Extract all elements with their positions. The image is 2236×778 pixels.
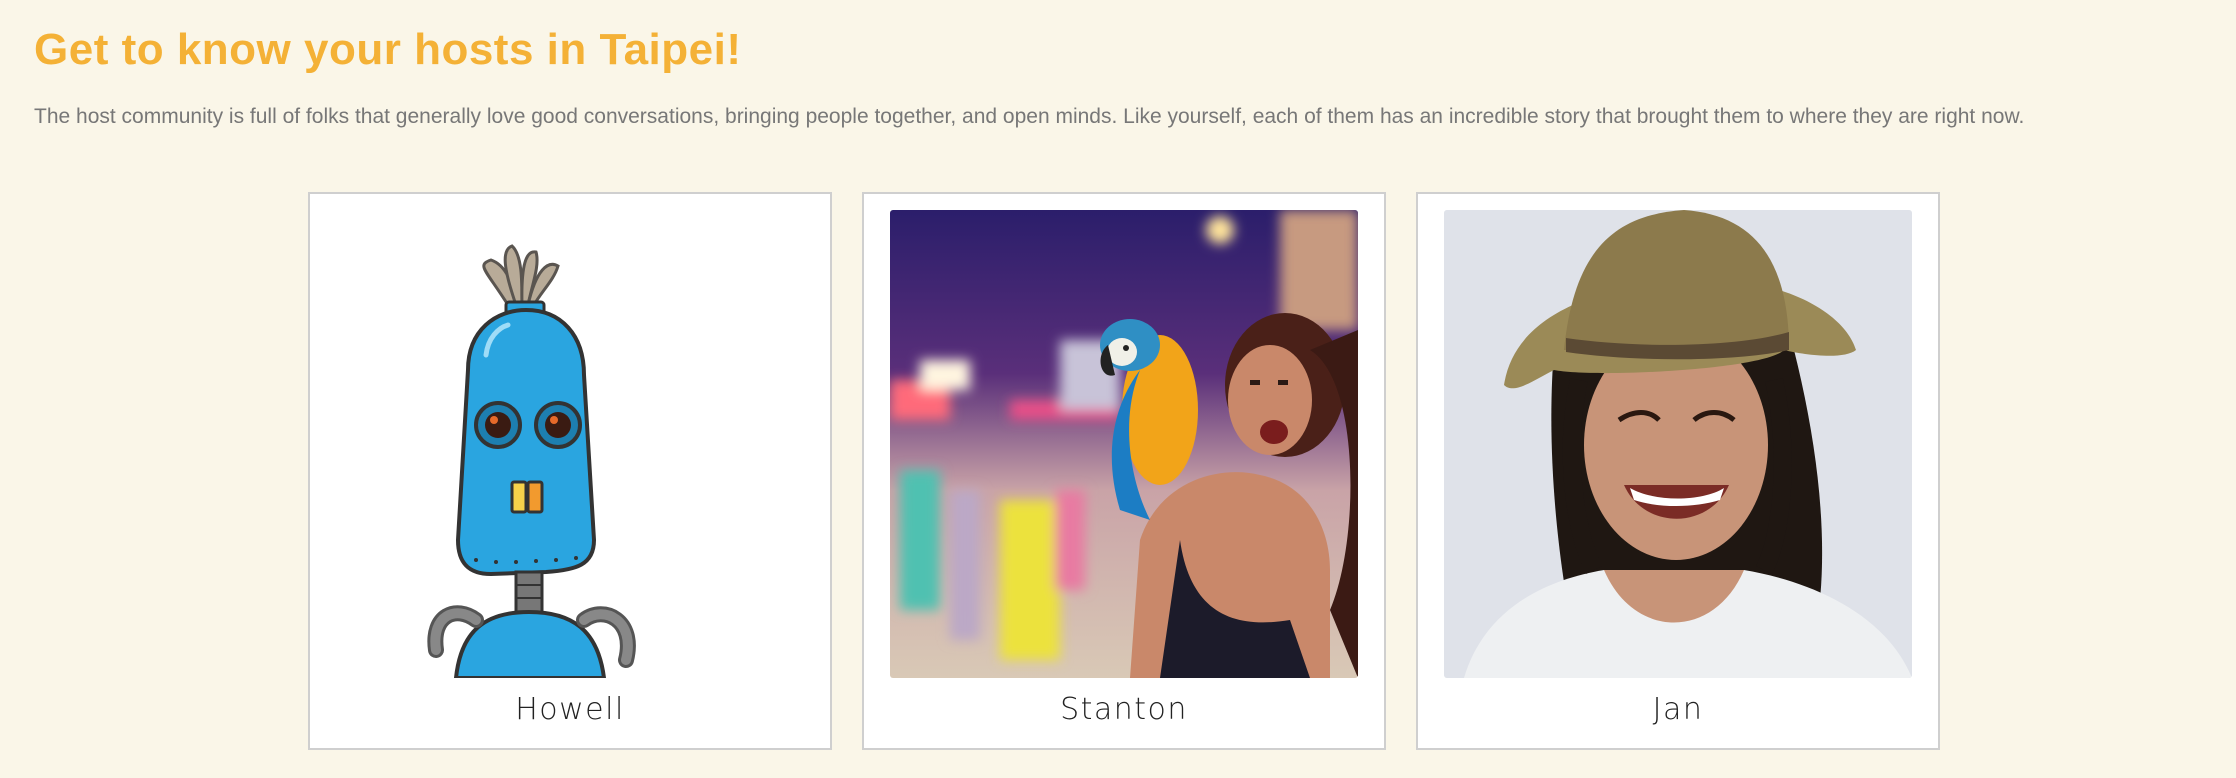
- page-title: Get to know your hosts in Taipei!: [34, 25, 742, 74]
- host-photo-jan: [1444, 210, 1912, 678]
- host-name: Jan: [1652, 692, 1704, 727]
- host-card-stanton[interactable]: Stanton: [862, 192, 1386, 750]
- hosts-page: Get to know your hosts in Taipei! The ho…: [0, 0, 2236, 778]
- host-name: Howell: [515, 692, 625, 727]
- intro-text: The host community is full of folks that…: [34, 105, 2025, 128]
- host-name: Stanton: [1060, 692, 1188, 727]
- host-photo-stanton: [890, 210, 1358, 678]
- host-avatar-robot: [336, 210, 804, 678]
- host-card-jan[interactable]: Jan: [1416, 192, 1940, 750]
- host-card-howell[interactable]: Howell: [308, 192, 832, 750]
- host-cards: Howell Stanton Jan: [308, 192, 1940, 750]
